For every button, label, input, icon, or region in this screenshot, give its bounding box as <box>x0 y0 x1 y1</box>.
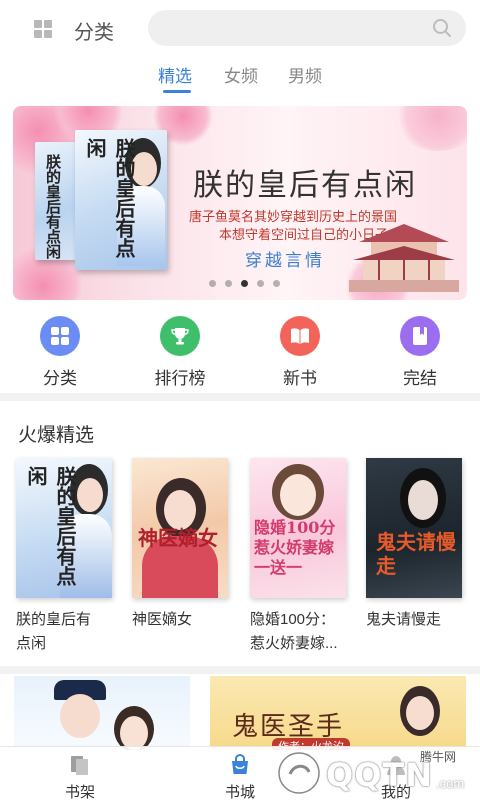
book-cover: 隐婚100分 惹火娇妻嫁一送一 <box>250 458 346 598</box>
bookstore-icon <box>232 753 248 774</box>
carousel-dot[interactable] <box>257 280 264 287</box>
tab-featured[interactable]: 精选 <box>158 62 192 87</box>
nav-label: 书架 <box>64 784 95 800</box>
search-input[interactable] <box>148 10 466 46</box>
quicknav-label: 新书 <box>283 369 317 388</box>
channel-tabs: 精选 女频 男频 <box>0 62 480 94</box>
quicknav-label: 排行榜 <box>154 369 206 388</box>
cover-figure-face <box>408 480 438 520</box>
carousel-dot[interactable] <box>225 280 232 287</box>
trophy-icon <box>160 316 200 356</box>
quicknav-label: 分类 <box>43 369 77 388</box>
nav-bookshelf[interactable]: 书架 <box>40 751 120 800</box>
pagoda-illustration <box>349 224 459 292</box>
watermark-brand: QQTN <box>326 756 434 794</box>
book-title: 隐婚100分： 惹火娇妻嫁... <box>250 611 338 652</box>
blossom-decoration <box>393 106 467 151</box>
top-bar: 分类 <box>0 0 480 56</box>
figure-face <box>60 694 100 738</box>
quicknav-label: 完结 <box>403 369 437 388</box>
section-title: 火爆精选 <box>18 425 95 446</box>
nav-label: 书城 <box>224 784 255 800</box>
watermark-site: 腾牛网 <box>420 750 457 764</box>
quicknav-completed[interactable]: 完结 <box>380 314 460 388</box>
quicknav-ranking[interactable]: 排行榜 <box>140 314 220 388</box>
tab-male[interactable]: 男频 <box>288 62 322 87</box>
promo-card-left[interactable] <box>14 676 190 750</box>
banner-genre-tag: 穿越言情 <box>245 251 325 270</box>
category-grid-icon[interactable] <box>34 20 52 38</box>
tab-female[interactable]: 女频 <box>224 62 258 87</box>
figure-face <box>406 696 434 730</box>
quicknav-category[interactable]: 分类 <box>20 314 100 388</box>
quicknav-new-books[interactable]: 新书 <box>260 314 340 388</box>
book-title: 朕的皇后有 点闲 <box>16 611 92 652</box>
promo-card-right[interactable]: 鬼医圣手 作者：火龙汐 <box>210 676 466 750</box>
carousel-dot[interactable] <box>273 280 280 287</box>
promo-banner[interactable]: 朕的皇后有点闲 朕的皇后有点闲 朕的皇后有点闲 唐子鱼莫名其妙穿越到历史上的景国… <box>13 106 467 300</box>
quick-nav: 分类 排行榜 新书 完结 <box>0 314 480 388</box>
bookmark-icon <box>400 316 440 356</box>
carousel-dot-active[interactable] <box>241 280 248 287</box>
category-label[interactable]: 分类 <box>74 16 114 45</box>
section-divider <box>0 666 480 674</box>
book-cover: 朕的皇后有点闲 <box>16 458 112 598</box>
bookshelf-icon <box>71 756 88 775</box>
book-icon <box>280 316 320 356</box>
book-cover: 鬼夫请慢走 <box>366 458 462 598</box>
figure-face <box>120 716 148 750</box>
book-cover: 神医嫡女 <box>132 458 228 598</box>
book-title: 神医嫡女 <box>132 611 193 628</box>
cover-figure-face <box>280 474 316 516</box>
watermark-domain: .com <box>436 776 465 791</box>
carousel-dot[interactable] <box>209 280 216 287</box>
banner-book-cover-front: 朕的皇后有点闲 <box>75 130 167 270</box>
qqtn-logo-icon <box>277 751 321 795</box>
active-tab-indicator <box>163 90 191 93</box>
search-icon[interactable] <box>432 18 452 38</box>
section-divider <box>0 393 480 401</box>
site-watermark: QQTN 腾牛网 .com <box>272 746 472 800</box>
grid-icon <box>40 316 80 356</box>
cover-figure-face <box>77 478 103 512</box>
book-title: 鬼夫请慢走 <box>366 611 442 628</box>
banner-title: 朕的皇后有点闲 <box>193 168 417 203</box>
nav-bookstore[interactable]: 书城 <box>200 751 280 800</box>
